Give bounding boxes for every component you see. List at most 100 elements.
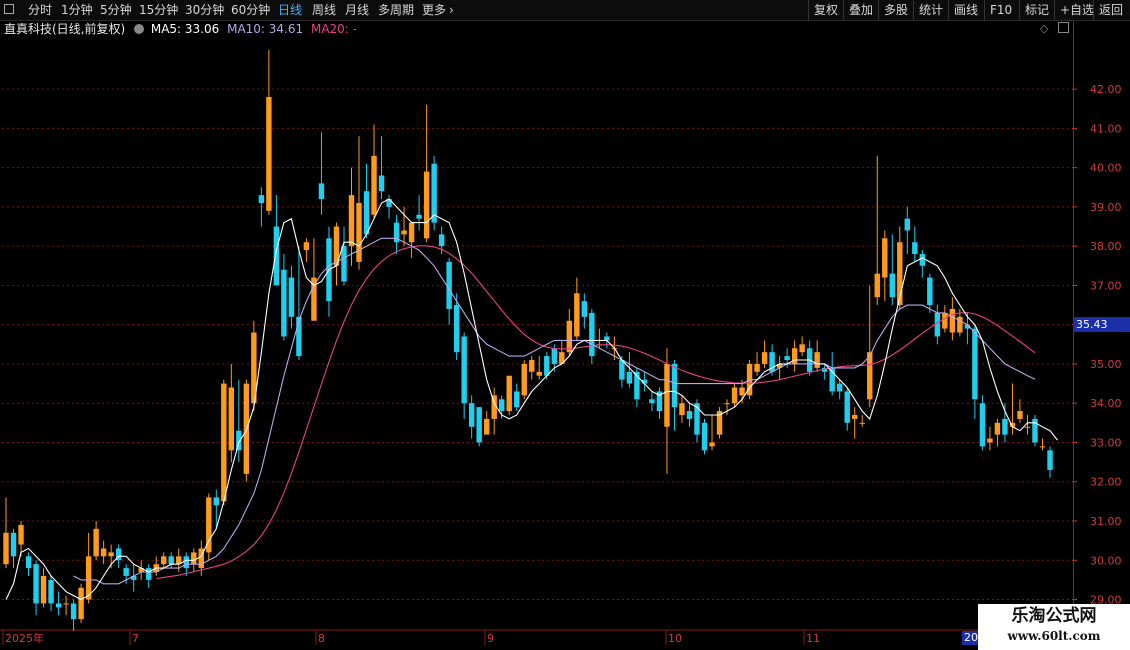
candle-body-2 [18, 524, 24, 545]
candle-body-118 [889, 273, 895, 298]
candle-body-57 [431, 163, 437, 223]
candle-body-30 [228, 387, 235, 451]
candle-body-53 [401, 230, 407, 235]
candle-body-12 [93, 528, 99, 557]
candle-body-97 [731, 387, 738, 404]
candle-body-47 [356, 202, 362, 262]
candle-body-78 [589, 312, 595, 357]
current-price-tag: 35.43 [1073, 317, 1130, 332]
y-tick-label-9: 38.00 [1090, 240, 1122, 253]
candle-body-66 [499, 399, 505, 412]
candle-body-106 [799, 344, 805, 353]
candle-body-88 [664, 363, 670, 427]
candle-body-48 [363, 191, 370, 235]
candle-body-115 [867, 352, 873, 400]
candle-body-8 [63, 603, 69, 605]
candle-body-86 [649, 399, 655, 404]
y-tick-label-3: 32.00 [1090, 476, 1122, 489]
candle-body-5 [40, 575, 47, 604]
candle-body-92 [694, 403, 700, 435]
candle-body-139 [1047, 450, 1053, 470]
y-tick-label-11: 40.00 [1090, 162, 1122, 175]
candle-body-70 [529, 360, 535, 372]
candle-body-63 [476, 407, 482, 443]
candle-body-10 [78, 587, 84, 620]
candle-body-4 [33, 564, 39, 604]
candle-body-1 [10, 532, 17, 557]
candle-body-60 [453, 305, 460, 353]
candle-body-9 [70, 603, 77, 620]
candle-body-123 [927, 277, 933, 306]
x-label-1: 7 [132, 632, 139, 645]
candle-body-71 [536, 371, 542, 376]
x-label-0: 2025年 [5, 631, 44, 645]
candle-body-113 [852, 414, 858, 419]
candle-body-105 [791, 348, 798, 364]
y-tick-label-13: 42.00 [1090, 83, 1122, 96]
candle-body-91 [686, 411, 693, 419]
candle-body-54 [408, 222, 415, 243]
y-tick-label-4: 33.00 [1090, 436, 1122, 449]
candle-body-24 [183, 556, 189, 569]
candle-body-40 [303, 242, 310, 251]
x-label-5: 11 [806, 632, 820, 645]
candle-body-61 [461, 336, 467, 404]
candle-body-35 [266, 96, 272, 211]
candle-body-112 [844, 391, 850, 423]
candle-body-56 [423, 171, 430, 239]
candle-body-121 [912, 242, 918, 255]
candle-body-125 [942, 312, 948, 329]
candle-body-111 [836, 383, 843, 392]
candle-body-116 [874, 273, 880, 298]
candle-body-93 [701, 422, 708, 451]
candle-body-36 [273, 226, 280, 286]
candle-body-101 [761, 352, 768, 364]
candle-body-22 [168, 556, 174, 565]
candle-body-73 [551, 348, 557, 364]
candle-body-129 [972, 328, 978, 400]
candle-body-37 [281, 269, 287, 337]
x-label-2: 8 [318, 632, 325, 645]
candle-body-114 [859, 422, 865, 424]
candle-body-32 [243, 383, 250, 474]
candle-body-135 [1017, 411, 1023, 419]
candle-body-0 [3, 532, 9, 565]
candle-body-120 [904, 218, 910, 231]
candle-body-49 [371, 155, 377, 215]
candle-body-82 [619, 360, 625, 380]
candle-body-34 [258, 195, 265, 203]
candle-body-62 [468, 403, 475, 427]
y-tick-label-12: 41.00 [1090, 122, 1122, 135]
candle-body-64 [483, 418, 490, 435]
candle-body-94 [709, 442, 715, 447]
candle-body-126 [949, 308, 956, 333]
y-tick-label-1: 30.00 [1090, 554, 1122, 567]
candle-body-21 [161, 556, 167, 565]
candle-body-77 [581, 301, 588, 317]
candle-body-29 [221, 383, 227, 502]
candle-body-13 [100, 548, 107, 557]
y-tick-label-5: 34.00 [1090, 397, 1122, 410]
candle-body-80 [604, 336, 610, 341]
candle-body-72 [544, 356, 550, 376]
candle-body-130 [979, 403, 986, 447]
candle-body-89 [671, 363, 678, 408]
kline-chart[interactable]: 29.0030.0031.0032.0033.0034.0035.0036.00… [0, 0, 1130, 650]
candle-body-19 [146, 568, 152, 580]
candle-body-46 [348, 195, 355, 247]
candle-body-96 [724, 403, 730, 405]
x-label-4: 10 [668, 632, 682, 645]
y-tick-label-6: 35.00 [1090, 358, 1122, 371]
candle-body-133 [1002, 418, 1008, 435]
x-label-3: 9 [487, 632, 494, 645]
candle-body-45 [341, 246, 347, 282]
candle-body-131 [987, 438, 993, 443]
candle-body-108 [814, 352, 820, 368]
candle-body-104 [784, 356, 790, 361]
y-tick-label-8: 37.00 [1090, 279, 1122, 292]
candle-body-55 [416, 214, 422, 219]
y-tick-label-2: 31.00 [1090, 515, 1122, 528]
candle-body-68 [514, 391, 520, 408]
candle-body-3 [25, 556, 32, 569]
candle-body-14 [108, 552, 114, 557]
